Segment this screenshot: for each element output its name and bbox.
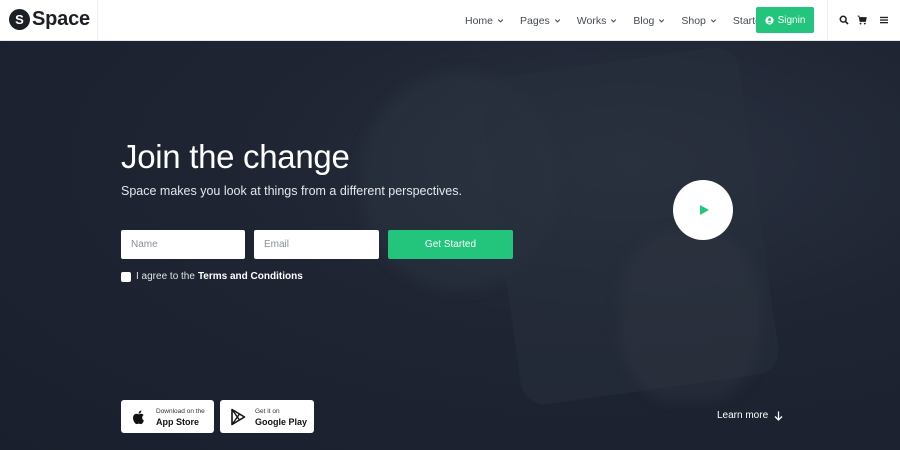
logo-badge: S	[9, 9, 30, 30]
google-play-icon	[231, 408, 246, 425]
cart-icon[interactable]	[857, 15, 867, 25]
menu-icon[interactable]	[879, 15, 889, 25]
google-play-label: Google Play	[255, 416, 308, 427]
nav-item-label: Blog	[633, 14, 655, 27]
app-store-button[interactable]: Download on the App Store	[121, 400, 214, 433]
email-field[interactable]	[254, 230, 379, 259]
nav-item-works[interactable]: Works	[577, 15, 619, 27]
nav-item-blog[interactable]: Blog	[633, 15, 666, 27]
signin-button[interactable]: Signin	[756, 7, 814, 33]
app-store-small-text: Download on the	[156, 407, 205, 415]
terms-checkbox[interactable]	[121, 271, 131, 282]
hero-section: Join the change Space makes you look at …	[0, 41, 900, 450]
arrow-down-icon	[774, 411, 783, 421]
play-video-button[interactable]	[673, 180, 733, 240]
nav-item-label: Pages	[520, 14, 550, 27]
name-field[interactable]	[121, 230, 245, 259]
main-nav: Home Pages Works Blog Shop Starter	[465, 0, 764, 41]
google-play-button[interactable]: Get it on Google Play	[220, 400, 314, 433]
terms-agreement: I agree to the Terms and Conditions	[121, 271, 303, 282]
logo[interactable]: S Space	[9, 9, 90, 30]
user-circle-icon	[764, 15, 774, 25]
chevron-down-icon	[497, 19, 504, 23]
nav-item-home[interactable]: Home	[465, 15, 505, 27]
get-started-button[interactable]: Get Started	[388, 230, 513, 259]
chevron-down-icon	[554, 19, 560, 23]
app-store-label: App Store	[156, 416, 200, 427]
hero-subtitle: Space makes you look at things from a di…	[121, 184, 462, 198]
logo-text: Space	[32, 8, 90, 30]
background-hand	[620, 231, 760, 401]
nav-item-label: Home	[465, 14, 494, 27]
agree-text: I agree to the	[136, 271, 195, 282]
header-divider	[97, 0, 98, 41]
chevron-down-icon	[611, 19, 617, 23]
hero-title: Join the change	[121, 138, 350, 175]
nav-item-shop[interactable]: Shop	[681, 15, 718, 27]
search-icon[interactable]	[839, 15, 849, 25]
learn-more-label: Learn more	[717, 410, 769, 421]
site-header: S Space Home Pages Works Blog Shop Start…	[0, 0, 900, 41]
nav-item-label: Works	[576, 14, 607, 27]
chevron-down-icon	[659, 19, 665, 23]
learn-more-link[interactable]: Learn more	[717, 410, 783, 421]
chevron-down-icon	[710, 19, 717, 23]
apple-icon	[133, 410, 144, 424]
google-play-small-text: Get it on	[255, 407, 280, 415]
header-divider	[827, 0, 828, 41]
terms-link[interactable]: Terms and Conditions	[198, 271, 303, 282]
nav-item-pages[interactable]: Pages	[520, 15, 562, 27]
signin-label: Signin	[777, 14, 806, 26]
play-icon	[700, 205, 709, 215]
nav-item-label: Shop	[681, 14, 706, 27]
